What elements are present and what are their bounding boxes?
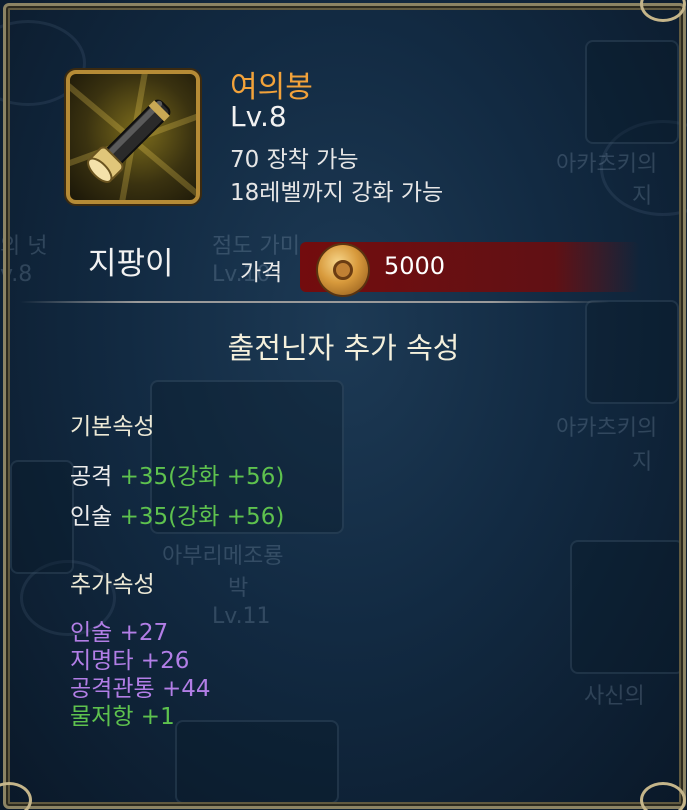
item-icon-slot — [66, 70, 200, 204]
attr-value: +35(강화 +56) — [119, 464, 285, 490]
item-tooltip-window: 의 넛 v.8 점도 가미 Lv.10 아카츠키의 지 아카츠키의 지 아부리메… — [0, 0, 687, 810]
attr-key: 공격 — [70, 464, 113, 490]
frame-corner-ornament — [640, 782, 686, 810]
attr-value: +35(강화 +56) — [119, 504, 285, 530]
equip-requirement: 70 장착 가능 — [230, 147, 359, 173]
attr-key: 인술 — [70, 504, 113, 530]
item-category: 지팡이 — [88, 246, 174, 282]
base-attr-row: 인술 +35(강화 +56) — [70, 497, 284, 531]
staff-icon — [87, 99, 171, 183]
divider — [20, 301, 610, 303]
item-level: Lv.8 — [230, 100, 287, 133]
extra-attrs-heading: 추가속성 — [70, 572, 155, 598]
extra-attr-row: 물저항 +1 — [70, 704, 175, 730]
base-attr-row: 공격 +35(강화 +56) — [70, 457, 284, 491]
price-value: 5000 — [384, 252, 446, 280]
price-label: 가격 — [240, 260, 283, 286]
base-attrs-heading: 기본속성 — [70, 414, 155, 440]
upgrade-limit: 18레벨까지 강화 가능 — [230, 180, 444, 206]
coin-icon — [318, 245, 368, 295]
section-title: 출전닌자 추가 속성 — [227, 331, 460, 365]
